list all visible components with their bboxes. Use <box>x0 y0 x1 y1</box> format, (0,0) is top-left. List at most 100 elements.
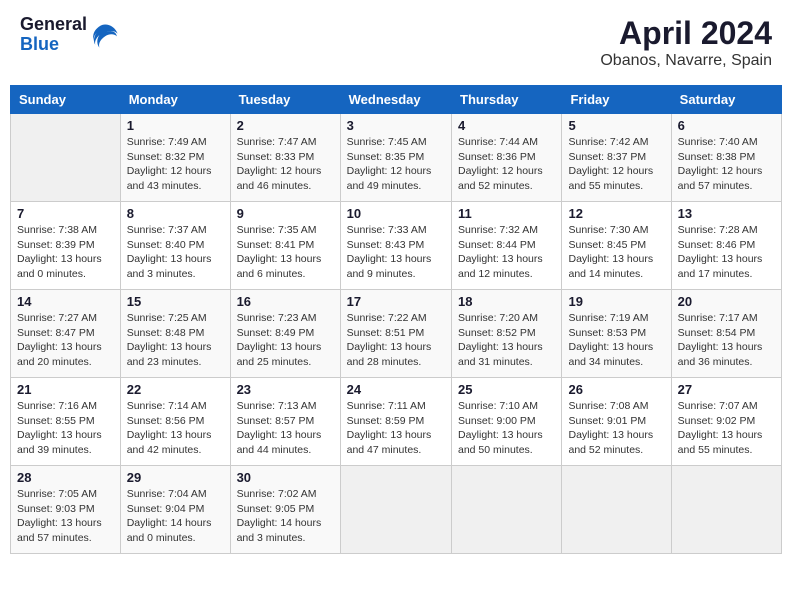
header-row: SundayMondayTuesdayWednesdayThursdayFrid… <box>11 86 782 114</box>
day-info: Sunrise: 7:35 AMSunset: 8:41 PMDaylight:… <box>237 223 334 282</box>
day-info: Sunrise: 7:33 AMSunset: 8:43 PMDaylight:… <box>347 223 445 282</box>
day-info: Sunrise: 7:19 AMSunset: 8:53 PMDaylight:… <box>568 311 664 370</box>
day-number: 1 <box>127 118 224 133</box>
day-cell: 23 Sunrise: 7:13 AMSunset: 8:57 PMDayligh… <box>230 378 340 466</box>
day-number: 14 <box>17 294 114 309</box>
col-header-sunday: Sunday <box>11 86 121 114</box>
day-cell: 10 Sunrise: 7:33 AMSunset: 8:43 PMDayligh… <box>340 202 451 290</box>
day-cell: 24Sunrise: 7:11 AMSunset: 8:59 PMDayligh… <box>340 378 451 466</box>
day-number: 4 <box>458 118 555 133</box>
logo-text: General Blue <box>20 15 87 55</box>
day-info: Sunrise: 7:42 AMSunset: 8:37 PMDaylight:… <box>568 135 664 194</box>
day-cell: 7 Sunrise: 7:38 AMSunset: 8:39 PMDaylight… <box>11 202 121 290</box>
day-cell: 25Sunrise: 7:10 AMSunset: 9:00 PMDayligh… <box>452 378 562 466</box>
day-info: Sunrise: 7:45 AMSunset: 8:35 PMDaylight:… <box>347 135 445 194</box>
logo-bird-icon <box>91 21 119 49</box>
day-number: 9 <box>237 206 334 221</box>
day-info: Sunrise: 7:30 AMSunset: 8:45 PMDaylight:… <box>568 223 664 282</box>
col-header-tuesday: Tuesday <box>230 86 340 114</box>
day-cell: 4 Sunrise: 7:44 AMSunset: 8:36 PMDaylight… <box>452 114 562 202</box>
day-cell: 17Sunrise: 7:22 AMSunset: 8:51 PMDayligh… <box>340 290 451 378</box>
day-info: Sunrise: 7:20 AMSunset: 8:52 PMDaylight:… <box>458 311 555 370</box>
day-cell: 8 Sunrise: 7:37 AMSunset: 8:40 PMDaylight… <box>120 202 230 290</box>
day-cell: 28 Sunrise: 7:05 AMSunset: 9:03 PMDayligh… <box>11 466 121 554</box>
day-cell: 21Sunrise: 7:16 AMSunset: 8:55 PMDayligh… <box>11 378 121 466</box>
day-info: Sunrise: 7:23 AMSunset: 8:49 PMDaylight:… <box>237 311 334 370</box>
day-cell: 26Sunrise: 7:08 AMSunset: 9:01 PMDayligh… <box>562 378 671 466</box>
day-info: Sunrise: 7:13 AMSunset: 8:57 PMDaylight:… <box>237 399 334 458</box>
col-header-saturday: Saturday <box>671 86 781 114</box>
day-info: Sunrise: 7:08 AMSunset: 9:01 PMDaylight:… <box>568 399 664 458</box>
day-number: 18 <box>458 294 555 309</box>
day-info: Sunrise: 7:28 AMSunset: 8:46 PMDaylight:… <box>678 223 775 282</box>
day-info: Sunrise: 7:38 AMSunset: 8:39 PMDaylight:… <box>17 223 114 282</box>
col-header-thursday: Thursday <box>452 86 562 114</box>
day-number: 22 <box>127 382 224 397</box>
logo: General Blue <box>20 15 119 55</box>
day-info: Sunrise: 7:02 AMSunset: 9:05 PMDaylight:… <box>237 487 334 546</box>
day-number: 10 <box>347 206 445 221</box>
day-cell: 5 Sunrise: 7:42 AMSunset: 8:37 PMDaylight… <box>562 114 671 202</box>
week-row-3: 14 Sunrise: 7:27 AMSunset: 8:47 PMDayligh… <box>11 290 782 378</box>
col-header-wednesday: Wednesday <box>340 86 451 114</box>
day-number: 7 <box>17 206 114 221</box>
day-info: Sunrise: 7:07 AMSunset: 9:02 PMDaylight:… <box>678 399 775 458</box>
day-cell: 16Sunrise: 7:23 AMSunset: 8:49 PMDayligh… <box>230 290 340 378</box>
calendar-table: SundayMondayTuesdayWednesdayThursdayFrid… <box>10 85 782 554</box>
day-number: 28 <box>17 470 114 485</box>
day-cell <box>452 466 562 554</box>
day-number: 20 <box>678 294 775 309</box>
day-number: 11 <box>458 206 555 221</box>
day-cell: 15 Sunrise: 7:25 AMSunset: 8:48 PMDayligh… <box>120 290 230 378</box>
day-cell: 12 Sunrise: 7:30 AMSunset: 8:45 PMDayligh… <box>562 202 671 290</box>
day-info: Sunrise: 7:40 AMSunset: 8:38 PMDaylight:… <box>678 135 775 194</box>
col-header-monday: Monday <box>120 86 230 114</box>
day-cell: 2 Sunrise: 7:47 AMSunset: 8:33 PMDaylight… <box>230 114 340 202</box>
day-info: Sunrise: 7:47 AMSunset: 8:33 PMDaylight:… <box>237 135 334 194</box>
calendar-body: 1 Sunrise: 7:49 AMSunset: 8:32 PMDaylight… <box>11 114 782 554</box>
day-info: Sunrise: 7:49 AMSunset: 8:32 PMDaylight:… <box>127 135 224 194</box>
day-number: 23 <box>237 382 334 397</box>
day-info: Sunrise: 7:22 AMSunset: 8:51 PMDaylight:… <box>347 311 445 370</box>
day-number: 3 <box>347 118 445 133</box>
day-cell: 14 Sunrise: 7:27 AMSunset: 8:47 PMDayligh… <box>11 290 121 378</box>
day-number: 15 <box>127 294 224 309</box>
day-cell: 29 Sunrise: 7:04 AMSunset: 9:04 PMDayligh… <box>120 466 230 554</box>
day-cell: 18 Sunrise: 7:20 AMSunset: 8:52 PMDayligh… <box>452 290 562 378</box>
day-number: 19 <box>568 294 664 309</box>
day-number: 8 <box>127 206 224 221</box>
col-header-friday: Friday <box>562 86 671 114</box>
day-number: 25 <box>458 382 555 397</box>
day-number: 5 <box>568 118 664 133</box>
day-cell <box>562 466 671 554</box>
logo-blue: Blue <box>20 35 87 55</box>
day-cell <box>671 466 781 554</box>
day-number: 21 <box>17 382 114 397</box>
day-info: Sunrise: 7:27 AMSunset: 8:47 PMDaylight:… <box>17 311 114 370</box>
day-cell: 13Sunrise: 7:28 AMSunset: 8:46 PMDayligh… <box>671 202 781 290</box>
day-info: Sunrise: 7:44 AMSunset: 8:36 PMDaylight:… <box>458 135 555 194</box>
day-cell: 6Sunrise: 7:40 AMSunset: 8:38 PMDaylight… <box>671 114 781 202</box>
day-info: Sunrise: 7:14 AMSunset: 8:56 PMDaylight:… <box>127 399 224 458</box>
day-number: 24 <box>347 382 445 397</box>
day-number: 12 <box>568 206 664 221</box>
day-cell: 3 Sunrise: 7:45 AMSunset: 8:35 PMDaylight… <box>340 114 451 202</box>
day-info: Sunrise: 7:04 AMSunset: 9:04 PMDaylight:… <box>127 487 224 546</box>
week-row-1: 1 Sunrise: 7:49 AMSunset: 8:32 PMDaylight… <box>11 114 782 202</box>
day-cell: 9 Sunrise: 7:35 AMSunset: 8:41 PMDaylight… <box>230 202 340 290</box>
week-row-5: 28 Sunrise: 7:05 AMSunset: 9:03 PMDayligh… <box>11 466 782 554</box>
day-cell: 22 Sunrise: 7:14 AMSunset: 8:56 PMDayligh… <box>120 378 230 466</box>
day-number: 29 <box>127 470 224 485</box>
day-cell: 11Sunrise: 7:32 AMSunset: 8:44 PMDayligh… <box>452 202 562 290</box>
page-header: General Blue April 2024 Obanos, Navarre,… <box>10 10 782 75</box>
day-info: Sunrise: 7:05 AMSunset: 9:03 PMDaylight:… <box>17 487 114 546</box>
day-info: Sunrise: 7:37 AMSunset: 8:40 PMDaylight:… <box>127 223 224 282</box>
day-number: 2 <box>237 118 334 133</box>
day-cell: 20Sunrise: 7:17 AMSunset: 8:54 PMDayligh… <box>671 290 781 378</box>
day-cell: 1 Sunrise: 7:49 AMSunset: 8:32 PMDaylight… <box>120 114 230 202</box>
day-cell: 19 Sunrise: 7:19 AMSunset: 8:53 PMDayligh… <box>562 290 671 378</box>
day-cell: 27Sunrise: 7:07 AMSunset: 9:02 PMDayligh… <box>671 378 781 466</box>
week-row-2: 7 Sunrise: 7:38 AMSunset: 8:39 PMDaylight… <box>11 202 782 290</box>
day-info: Sunrise: 7:25 AMSunset: 8:48 PMDaylight:… <box>127 311 224 370</box>
title-block: April 2024 Obanos, Navarre, Spain <box>600 15 772 70</box>
